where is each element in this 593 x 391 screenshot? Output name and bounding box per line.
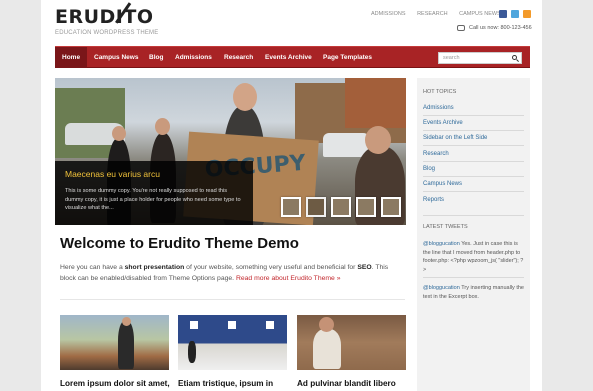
sidebar-item-reports[interactable]: Reports [423, 197, 524, 207]
phone-icon [457, 25, 465, 31]
welcome-title: Welcome to Erudito Theme Demo [60, 235, 299, 252]
nav-item-research[interactable]: Research [217, 47, 260, 68]
slide-caption-text: This is some dummy copy. You're not real… [65, 188, 241, 211]
toplink-campus-news[interactable]: CAMPUS NEWS [459, 11, 501, 17]
nav-item-admissions[interactable]: Admissions [168, 47, 219, 68]
tweet: @bloggucation Yes. Just in case this is … [423, 240, 524, 274]
divider [60, 299, 405, 300]
main-nav: Home Campus News Blog Admissions Researc… [55, 46, 530, 68]
sidebar: HOT TOPICS Admissions Events Archive Sid… [417, 78, 530, 391]
nav-item-blog[interactable]: Blog [142, 47, 170, 68]
sidebar-item-events-archive[interactable]: Events Archive [423, 120, 524, 131]
sidebar-divider [423, 215, 524, 216]
sidebar-item-research[interactable]: Research [423, 151, 524, 162]
post-thumbnail[interactable] [60, 315, 169, 370]
welcome-bold: SEO [357, 264, 372, 271]
slide-caption-title[interactable]: Maecenas eu varius arcu [65, 169, 160, 179]
slide-person-head [112, 126, 126, 141]
nav-item-events-archive[interactable]: Events Archive [258, 47, 319, 68]
toplink-admissions[interactable]: ADMISSIONS [371, 11, 406, 17]
search-icon[interactable] [512, 55, 517, 60]
tweet-user[interactable]: @bloggucation [423, 285, 460, 291]
slide-person-head [233, 83, 257, 111]
slider-thumb[interactable] [381, 197, 401, 217]
rss-icon[interactable] [523, 10, 531, 18]
top-links: ADMISSIONS RESEARCH CAMPUS NEWS [371, 11, 511, 17]
twitter-icon[interactable] [511, 10, 519, 18]
facebook-icon[interactable] [499, 10, 507, 18]
sidebar-item-admissions[interactable]: Admissions [423, 105, 524, 116]
slider-thumb[interactable] [281, 197, 301, 217]
sidebar-item-blog[interactable]: Blog [423, 166, 524, 177]
search-box[interactable]: search [438, 52, 522, 64]
site-logo-text: ERUDITO [55, 6, 154, 28]
sidebar-item-campus-news[interactable]: Campus News [423, 181, 524, 192]
post-title[interactable]: Lorem ipsum dolor sit amet, [60, 379, 170, 388]
site-logo[interactable]: ERUDITO [55, 2, 154, 28]
slide-caption: Maecenas eu varius arcu This is some dum… [55, 161, 253, 225]
post-title[interactable]: Etiam tristique, ipsum in [178, 379, 273, 388]
nav-item-home[interactable]: Home [55, 47, 88, 68]
welcome-bold: short presentation [124, 264, 185, 271]
contact-phone: Call us now: 800-123-456 [469, 25, 532, 31]
post-thumbnail[interactable] [178, 315, 287, 370]
slide-building [345, 78, 406, 128]
site-tagline: EDUCATION WORDPRESS THEME [55, 30, 159, 36]
nav-item-page-templates[interactable]: Page Templates [316, 47, 379, 68]
search-input[interactable]: search [443, 55, 460, 61]
slider-thumb[interactable] [356, 197, 376, 217]
tweet: @bloggucation Try inserting manually the… [423, 284, 524, 301]
post-thumbnail[interactable] [297, 315, 406, 370]
page: ERUDITO EDUCATION WORDPRESS THEME ADMISS… [41, 0, 542, 391]
toplink-research[interactable]: RESEARCH [417, 11, 448, 17]
sidebar-heading-latest-tweets: LATEST TWEETS [423, 224, 468, 230]
read-more-link[interactable]: Read more about Erudito Theme » [236, 275, 341, 282]
slide-person-head [155, 118, 170, 135]
sidebar-divider [423, 277, 524, 278]
sidebar-heading-hot-topics: HOT TOPICS [423, 89, 457, 95]
welcome-text: Here you can have a short presentation o… [60, 264, 389, 282]
slide-person-head [365, 126, 391, 154]
post-title[interactable]: Ad pulvinar blandit libero [297, 379, 396, 388]
sidebar-item-sidebar-left[interactable]: Sidebar on the Left Side [423, 135, 524, 146]
slider-thumb[interactable] [331, 197, 351, 217]
nav-item-campus-news[interactable]: Campus News [87, 47, 145, 68]
tweet-user[interactable]: @bloggucation [423, 241, 460, 247]
slider-thumb[interactable] [306, 197, 326, 217]
